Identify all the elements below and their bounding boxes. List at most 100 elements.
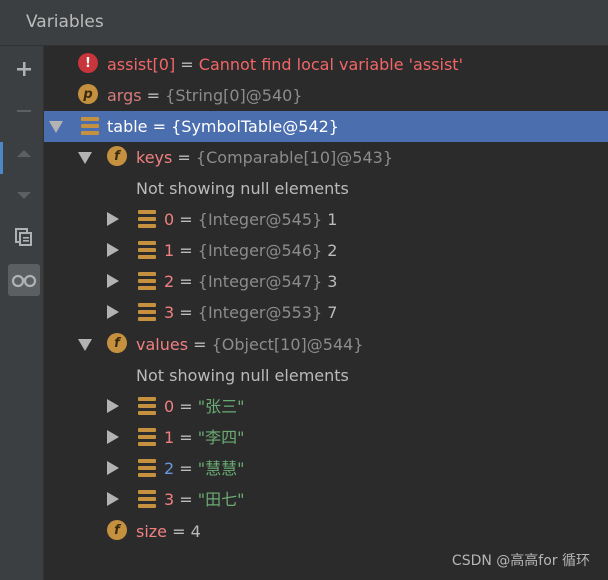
variable-value: 7 — [322, 303, 338, 322]
variable-name: assist[0] — [107, 55, 176, 74]
variable-name: size — [136, 522, 168, 541]
null-elements-note: Not showing null elements — [136, 179, 349, 198]
variable-name: 3 — [164, 303, 175, 322]
tree-row-value-1[interactable]: 1 = "李四" — [44, 422, 608, 453]
variable-name: 3 — [164, 490, 175, 509]
string-value: "慧慧" — [197, 459, 245, 478]
expand-arrow-icon[interactable] — [107, 430, 119, 444]
move-down-button[interactable] — [8, 180, 40, 210]
collapse-arrow-icon[interactable] — [49, 121, 63, 133]
variable-value: 3 — [322, 272, 338, 291]
expand-arrow-icon[interactable] — [107, 399, 119, 413]
equals-sign: = — [174, 397, 198, 416]
expand-arrow-icon[interactable] — [107, 461, 119, 475]
variable-name: 1 — [164, 428, 175, 447]
variable-type: {String[0]@540} — [165, 86, 303, 105]
watermark: CSDN @高高for 循环 — [451, 553, 590, 569]
array-element-icon — [136, 270, 158, 292]
array-element-icon — [136, 301, 158, 323]
string-value: "田七" — [197, 490, 245, 509]
copy-button[interactable] — [8, 222, 40, 252]
variables-tree: ! assist[0] = Cannot find local variable… — [44, 46, 608, 580]
tree-row-key-2[interactable]: 2 = {Integer@547} 3 — [44, 266, 608, 297]
error-icon: ! — [78, 53, 100, 75]
variable-name: args — [107, 86, 142, 105]
add-watch-button[interactable] — [8, 54, 40, 84]
equals-sign: = — [174, 303, 198, 322]
tree-row-key-0[interactable]: 0 = {Integer@545} 1 — [44, 204, 608, 235]
equals-sign: = — [172, 148, 196, 167]
variable-name: 1 — [164, 241, 175, 260]
equals-sign: = — [174, 241, 198, 260]
down-triangle-icon — [17, 192, 31, 199]
tree-row-args[interactable]: p args = {String[0]@540} — [44, 80, 608, 111]
field-icon: f — [107, 520, 129, 542]
expand-arrow-icon[interactable] — [107, 243, 119, 257]
equals-sign: = — [174, 490, 198, 509]
move-up-button[interactable] — [8, 138, 40, 168]
panel-header: Variables — [0, 0, 608, 46]
tree-row-value-3[interactable]: 3 = "田七" — [44, 484, 608, 515]
variable-type: {SymbolTable@542} — [171, 117, 339, 136]
expand-arrow-icon[interactable] — [107, 305, 119, 319]
variable-value: 2 — [322, 241, 338, 260]
array-element-icon — [136, 208, 158, 230]
tree-row-value-2[interactable]: 2 = "慧慧" — [44, 453, 608, 484]
minus-icon — [17, 110, 31, 112]
variable-value: 1 — [322, 210, 338, 229]
equals-sign: = — [147, 117, 172, 136]
tree-row-assist[interactable]: ! assist[0] = Cannot find local variable… — [44, 49, 608, 80]
up-triangle-icon — [17, 150, 31, 157]
debug-toolbar — [0, 46, 44, 580]
tree-row-table[interactable]: table = {SymbolTable@542} — [44, 111, 608, 142]
expand-arrow-icon[interactable] — [107, 492, 119, 506]
tree-row-key-1[interactable]: 1 = {Integer@546} 2 — [44, 235, 608, 266]
collapse-arrow-icon[interactable] — [78, 339, 92, 351]
local-variable-icon — [79, 115, 101, 137]
equals-sign: = — [174, 272, 198, 291]
equals-sign: = — [175, 55, 199, 74]
tree-row-keys[interactable]: f keys = {Comparable[10]@543} — [44, 142, 608, 173]
variable-type: {Object[10]@544} — [211, 335, 364, 354]
equals-sign: = — [174, 210, 198, 229]
tree-row-size[interactable]: f size = 4 — [44, 516, 608, 547]
array-element-icon — [136, 426, 158, 448]
selection-marker — [0, 142, 3, 174]
tree-row-value-0[interactable]: 0 = "张三" — [44, 391, 608, 422]
field-icon: f — [107, 333, 129, 355]
array-element-icon — [136, 239, 158, 261]
expand-arrow-icon[interactable] — [107, 274, 119, 288]
equals-sign: = — [174, 459, 198, 478]
array-element-icon — [136, 457, 158, 479]
equals-sign: = — [167, 522, 191, 541]
show-values-toggle[interactable] — [8, 264, 40, 296]
variable-name: 0 — [164, 210, 175, 229]
parameter-icon: p — [78, 84, 100, 106]
equals-sign: = — [141, 86, 166, 105]
variable-type: {Integer@546} — [197, 241, 323, 260]
plus-icon — [17, 62, 31, 76]
copy-icon — [15, 228, 32, 246]
expand-arrow-icon[interactable] — [107, 212, 119, 226]
panel-title: Variables — [26, 12, 104, 32]
collapse-arrow-icon[interactable] — [78, 152, 92, 164]
array-element-icon — [136, 488, 158, 510]
string-value: "李四" — [197, 428, 245, 447]
variable-name: 2 — [164, 459, 175, 478]
equals-sign: = — [188, 335, 212, 354]
variable-name: values — [136, 335, 189, 354]
string-value: "张三" — [197, 397, 245, 416]
variable-type: {Integer@545} — [197, 210, 323, 229]
tree-row-key-3[interactable]: 3 = {Integer@553} 7 — [44, 297, 608, 328]
remove-watch-button[interactable] — [8, 96, 40, 126]
tree-row-values[interactable]: f values = {Object[10]@544} — [44, 329, 608, 360]
variable-type: {Integer@553} — [197, 303, 323, 322]
tree-row-note: Not showing null elements — [44, 173, 608, 204]
variable-name: 0 — [164, 397, 175, 416]
variable-value: 4 — [190, 522, 201, 541]
null-elements-note: Not showing null elements — [136, 366, 349, 385]
tree-row-note: Not showing null elements — [44, 360, 608, 391]
glasses-icon — [11, 274, 37, 288]
equals-sign: = — [174, 428, 198, 447]
variable-name: keys — [136, 148, 173, 167]
